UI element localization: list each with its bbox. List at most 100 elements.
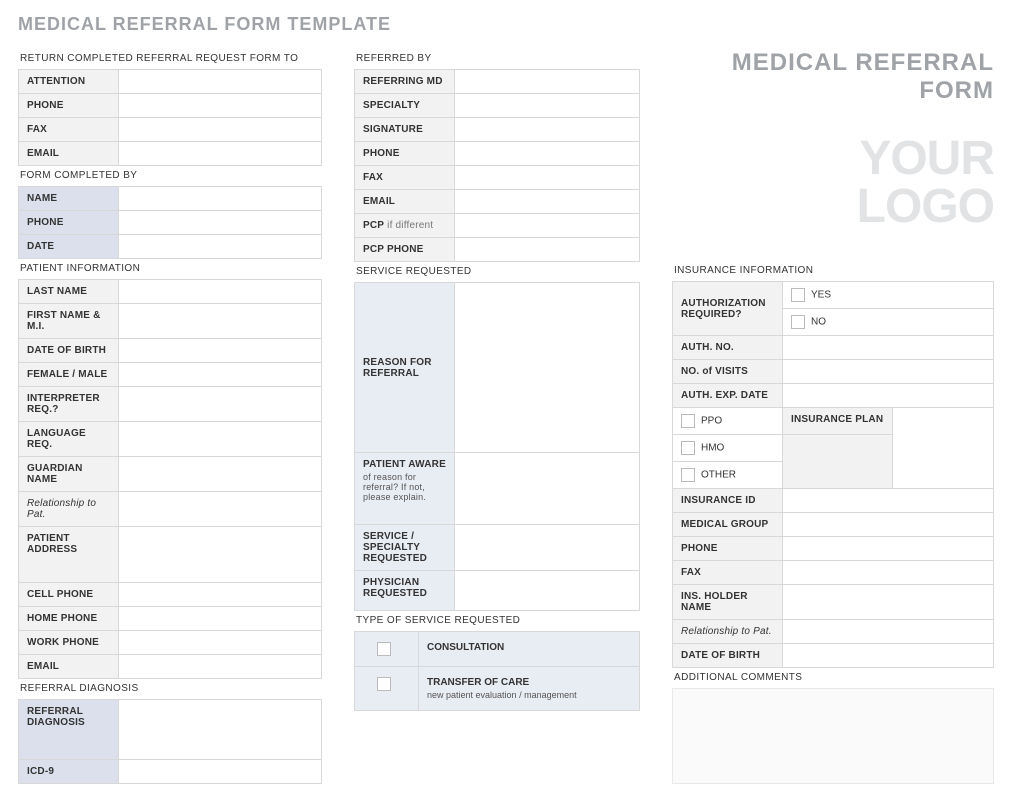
label-ref-fax: FAX xyxy=(355,166,455,190)
field-holder[interactable] xyxy=(783,585,994,620)
label-holder: INS. HOLDER NAME xyxy=(673,585,783,620)
referred-by-table: REFERRING MD SPECIALTY SIGNATURE PHONE F… xyxy=(354,69,640,262)
label-cb-phone: PHONE xyxy=(19,211,119,235)
field-first-mi[interactable] xyxy=(119,304,322,339)
section-referred-by: REFERRED BY xyxy=(354,49,640,69)
field-attention[interactable] xyxy=(119,70,322,94)
label-interp: INTERPRETER REQ.? xyxy=(19,387,119,422)
field-return-phone[interactable] xyxy=(119,94,322,118)
label-lang: LANGUAGE REQ. xyxy=(19,422,119,457)
field-phys-req[interactable] xyxy=(455,571,640,611)
field-ref-md[interactable] xyxy=(455,70,640,94)
label-dob: DATE OF BIRTH xyxy=(19,339,119,363)
field-auth-no-val[interactable] xyxy=(783,336,994,360)
page-title: MEDICAL REFERRAL FORM TEMPLATE xyxy=(18,14,994,35)
label-ins-fax: FAX xyxy=(673,561,783,585)
label-ref-md: REFERRING MD xyxy=(355,70,455,94)
field-visits[interactable] xyxy=(783,360,994,384)
checkbox-hmo[interactable] xyxy=(681,441,695,455)
field-addr[interactable] xyxy=(119,527,322,583)
field-reason[interactable] xyxy=(455,283,640,453)
field-plan[interactable] xyxy=(893,408,994,489)
field-pat-email[interactable] xyxy=(119,655,322,679)
field-cb-phone[interactable] xyxy=(119,211,322,235)
label-ins-phone: PHONE xyxy=(673,537,783,561)
section-comments: ADDITIONAL COMMENTS xyxy=(672,668,994,688)
label-ref-specialty: SPECIALTY xyxy=(355,94,455,118)
field-comments[interactable] xyxy=(672,688,994,784)
logo-placeholder: YOURLOGO xyxy=(672,135,994,231)
section-completed-by: FORM COMPLETED BY xyxy=(18,166,322,186)
label-cell: CELL PHONE xyxy=(19,583,119,607)
label-attention: ATTENTION xyxy=(19,70,119,94)
checkbox-ppo[interactable] xyxy=(681,414,695,428)
field-sex[interactable] xyxy=(119,363,322,387)
type-table: CONSULTATION TRANSFER OF CAREnew patient… xyxy=(354,631,640,711)
field-work[interactable] xyxy=(119,631,322,655)
label-return-email: EMAIL xyxy=(19,142,119,166)
field-return-fax[interactable] xyxy=(119,118,322,142)
field-ins-fax[interactable] xyxy=(783,561,994,585)
checkbox-transfer[interactable] xyxy=(377,677,391,691)
form-title: MEDICAL REFERRAL FORM xyxy=(672,49,994,105)
field-last-name[interactable] xyxy=(119,280,322,304)
field-guardian[interactable] xyxy=(119,457,322,492)
label-pat-email: EMAIL xyxy=(19,655,119,679)
label-visits: NO. of VISITS xyxy=(673,360,783,384)
field-pcp-phone[interactable] xyxy=(455,238,640,262)
field-pcp[interactable] xyxy=(455,214,640,238)
label-ins-dob: DATE OF BIRTH xyxy=(673,644,783,668)
field-auth-yes: YES xyxy=(783,282,994,309)
cell-other: OTHER xyxy=(673,462,783,489)
cell-ppo: PPO xyxy=(673,408,783,435)
field-ins-group[interactable] xyxy=(783,513,994,537)
field-lang[interactable] xyxy=(119,422,322,457)
field-ref-diag[interactable] xyxy=(119,700,322,760)
field-icd9[interactable] xyxy=(119,760,322,784)
checkbox-auth-yes[interactable] xyxy=(791,288,805,302)
field-ref-specialty[interactable] xyxy=(455,94,640,118)
section-return-to: RETURN COMPLETED REFERRAL REQUEST FORM T… xyxy=(18,49,322,69)
field-return-email[interactable] xyxy=(119,142,322,166)
field-aware[interactable] xyxy=(455,453,640,525)
field-exp[interactable] xyxy=(783,384,994,408)
checkbox-auth-no[interactable] xyxy=(791,315,805,329)
label-cb-name: NAME xyxy=(19,187,119,211)
label-phys-req: PHYSICIAN REQUESTED xyxy=(355,571,455,611)
field-ref-phone[interactable] xyxy=(455,142,640,166)
label-ref-email: EMAIL xyxy=(355,190,455,214)
diagnosis-table: REFERRAL DIAGNOSIS ICD-9 xyxy=(18,699,322,784)
field-interp[interactable] xyxy=(119,387,322,422)
field-cell[interactable] xyxy=(119,583,322,607)
field-auth-no: NO xyxy=(783,309,994,336)
label-transfer: TRANSFER OF CAREnew patient evaluation /… xyxy=(419,667,640,711)
field-ins-dob[interactable] xyxy=(783,644,994,668)
label-plan: INSURANCE PLAN xyxy=(783,408,893,435)
field-spec-req[interactable] xyxy=(455,525,640,571)
label-return-phone: PHONE xyxy=(19,94,119,118)
field-rel[interactable] xyxy=(119,492,322,527)
field-ref-fax[interactable] xyxy=(455,166,640,190)
label-ins-rel: Relationship to Pat. xyxy=(673,620,783,644)
field-cb-date[interactable] xyxy=(119,235,322,259)
insurance-table: AUTHORIZATION REQUIRED? YES NO AUTH. NO.… xyxy=(672,281,994,668)
service-table: REASON FOR REFERRAL PATIENT AWAREof reas… xyxy=(354,282,640,611)
field-ins-id[interactable] xyxy=(783,489,994,513)
field-dob[interactable] xyxy=(119,339,322,363)
label-ref-diag: REFERRAL DIAGNOSIS xyxy=(19,700,119,760)
label-home: HOME PHONE xyxy=(19,607,119,631)
field-cb-name[interactable] xyxy=(119,187,322,211)
field-ins-rel[interactable] xyxy=(783,620,994,644)
field-home[interactable] xyxy=(119,607,322,631)
checkbox-other[interactable] xyxy=(681,468,695,482)
field-ref-signature[interactable] xyxy=(455,118,640,142)
cell-hmo: HMO xyxy=(673,435,783,462)
field-ref-email[interactable] xyxy=(455,190,640,214)
checkbox-consult[interactable] xyxy=(377,642,391,656)
label-cb-date: DATE xyxy=(19,235,119,259)
field-ins-phone[interactable] xyxy=(783,537,994,561)
section-insurance: INSURANCE INFORMATION xyxy=(672,261,994,281)
label-spec-req: SERVICE / SPECIALTY REQUESTED xyxy=(355,525,455,571)
cell-plan-merge xyxy=(783,435,893,489)
section-type: TYPE OF SERVICE REQUESTED xyxy=(354,611,640,631)
